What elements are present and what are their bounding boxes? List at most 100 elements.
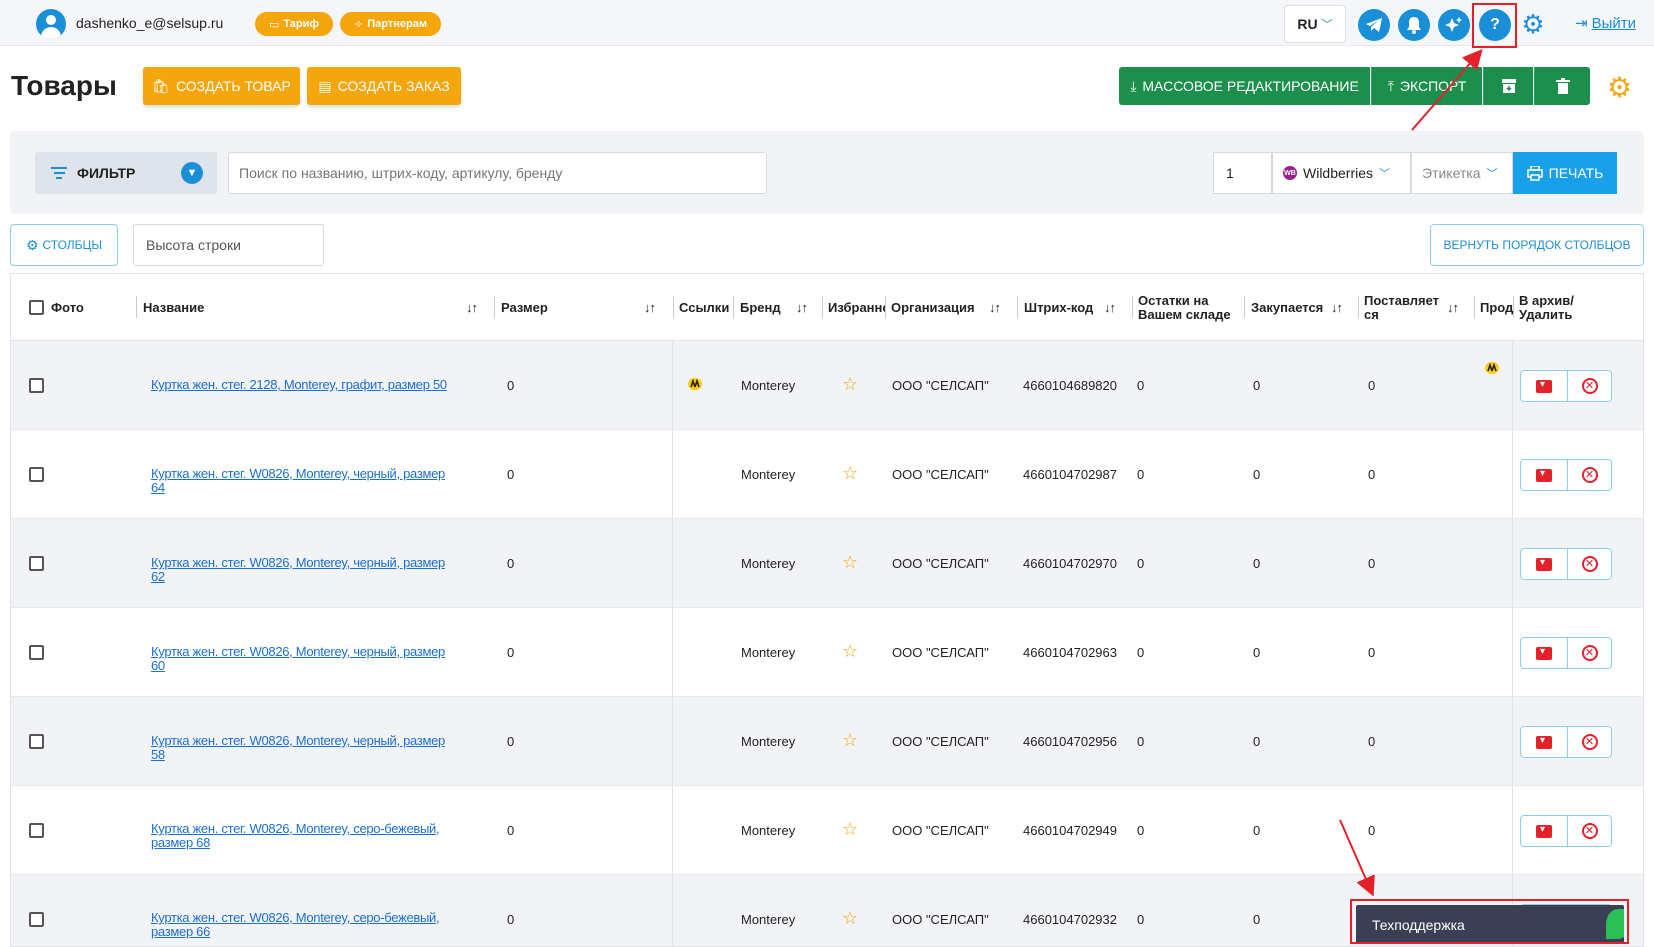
search-input[interactable] — [228, 152, 767, 194]
row-delete-button[interactable]: ✕ — [1568, 370, 1612, 402]
restore-columns-button[interactable]: ВЕРНУТЬ ПОРЯДОК СТОЛБЦОВ — [1430, 224, 1644, 266]
printer-icon — [1526, 165, 1543, 181]
archive-icon — [1536, 557, 1552, 571]
row-height-select[interactable]: Высота строки — [133, 224, 324, 266]
column-header-purchased[interactable]: Закупается — [1244, 274, 1323, 341]
download-icon: ⤓ — [1130, 77, 1137, 94]
yandex-market-link-icon[interactable] — [688, 377, 702, 390]
column-header-size[interactable]: Размер — [494, 274, 548, 341]
row-delete-button[interactable]: ✕ — [1568, 637, 1612, 669]
row-delete-button[interactable]: ✕ — [1568, 815, 1612, 847]
tariff-button[interactable]: ▭ Тариф — [255, 12, 333, 36]
supplied-cell: 0 — [1368, 467, 1376, 482]
row-checkbox[interactable] — [29, 823, 44, 838]
row-checkbox[interactable] — [29, 645, 44, 660]
star-icon[interactable]: ☆ — [842, 374, 858, 395]
table-row[interactable]: Куртка жен. стег. W0826, Monterey, серо-… — [11, 786, 1643, 875]
table-settings-gear-icon[interactable]: ⚙ — [1607, 71, 1632, 104]
quantity-input[interactable]: 1 — [1213, 152, 1272, 194]
user-email[interactable]: dashenko_e@selsup.ru — [76, 15, 223, 31]
sort-organization-icon[interactable]: ↓↑ — [989, 274, 1001, 341]
row-checkbox[interactable] — [29, 734, 44, 749]
product-name-link[interactable]: Куртка жен. стег. W0826, Monterey, черны… — [151, 734, 461, 762]
user-avatar-icon[interactable] — [36, 9, 66, 39]
chevron-down-icon: ﹀ — [1321, 19, 1333, 31]
sort-name-icon[interactable]: ↓↑ — [466, 274, 478, 341]
row-archive-button[interactable] — [1520, 370, 1568, 402]
print-button[interactable]: ПЕЧАТЬ — [1513, 152, 1617, 194]
language-select[interactable]: RU ﹀ — [1284, 5, 1346, 43]
columns-label: СТОЛБЦЫ — [42, 238, 103, 252]
column-header-supplied[interactable]: Поставляет ся — [1358, 274, 1439, 341]
row-delete-button[interactable]: ✕ — [1568, 726, 1612, 758]
delete-icon: ✕ — [1581, 823, 1598, 839]
partners-button[interactable]: ✧ Партнерам — [340, 12, 441, 36]
product-name-link[interactable]: Куртка жен. стег. W0826, Monterey, черны… — [151, 645, 461, 673]
filter-button[interactable]: ФИЛЬТР ▼ — [35, 152, 217, 194]
columns-button[interactable]: ⚙ СТОЛБЦЫ — [10, 224, 118, 266]
barcode-cell: 4660104702987 — [1023, 467, 1117, 482]
gear-icon[interactable]: ⚙ — [1518, 9, 1548, 39]
column-header-brand[interactable]: Бренд — [733, 274, 781, 341]
column-header-barcode[interactable]: Штрих-код — [1017, 274, 1093, 341]
row-archive-button[interactable] — [1520, 726, 1568, 758]
logout-icon: ⇥ — [1575, 15, 1588, 32]
column-header-links: Ссылки — [673, 274, 729, 341]
column-header-supplied-line2: ся — [1364, 306, 1379, 322]
row-checkbox[interactable] — [29, 556, 44, 571]
star-icon[interactable]: ☆ — [842, 819, 858, 840]
product-name-link[interactable]: Куртка жен. стег. W0826, Monterey, серо-… — [151, 822, 461, 850]
print-label: ПЕЧАТЬ — [1548, 165, 1604, 181]
marketplace-select[interactable]: WB Wildberries ﹀ — [1272, 152, 1411, 194]
star-icon[interactable]: ☆ — [842, 730, 858, 751]
chevron-down-icon[interactable]: ▼ — [181, 162, 203, 184]
table-row[interactable]: Куртка жен. стег. 2128, Monterey, графит… — [11, 341, 1643, 430]
sort-purchased-icon[interactable]: ↓↑ — [1331, 274, 1343, 341]
label-placeholder: Этикетка — [1422, 165, 1481, 181]
bell-icon[interactable] — [1398, 9, 1430, 41]
star-icon[interactable]: ☆ — [842, 641, 858, 662]
row-checkbox[interactable] — [29, 912, 44, 927]
column-header-organization[interactable]: Организация — [885, 274, 975, 341]
create-product-button[interactable]: 🛍 СОЗДАТЬ ТОВАР — [143, 67, 300, 105]
organization-cell: ООО "СЕЛСАП" — [892, 378, 989, 393]
star-icon[interactable]: ☆ — [842, 552, 858, 573]
table-row[interactable]: Куртка жен. стег. W0826, Monterey, черны… — [11, 608, 1643, 697]
row-checkbox[interactable] — [29, 467, 44, 482]
row-archive-button[interactable] — [1520, 548, 1568, 580]
create-order-button[interactable]: ▤ СОЗДАТЬ ЗАКАЗ — [307, 67, 461, 105]
row-archive-button[interactable] — [1520, 815, 1568, 847]
sort-size-icon[interactable]: ↓↑ — [644, 274, 656, 341]
select-all-checkbox[interactable] — [29, 300, 44, 315]
table-row[interactable]: Куртка жен. стег. W0826, Monterey, черны… — [11, 519, 1643, 608]
product-name-link[interactable]: Куртка жен. стег. 2128, Monterey, графит… — [151, 378, 461, 392]
create-order-label: СОЗДАТЬ ЗАКАЗ — [337, 78, 450, 94]
sort-brand-icon[interactable]: ↓↑ — [796, 274, 808, 341]
product-name-link[interactable]: Куртка жен. стег. W0826, Monterey, черны… — [151, 467, 461, 495]
row-delete-button[interactable]: ✕ — [1568, 459, 1612, 491]
star-icon[interactable]: ☆ — [842, 463, 858, 484]
organization-cell: ООО "СЕЛСАП" — [892, 912, 989, 927]
column-header-name[interactable]: Название — [136, 274, 204, 341]
delete-button[interactable] — [1534, 67, 1590, 105]
product-name-link[interactable]: Куртка жен. стег. W0826, Monterey, серо-… — [151, 911, 461, 939]
sparkle-icon[interactable] — [1438, 9, 1470, 41]
table-row[interactable]: Куртка жен. стег. W0826, Monterey, черны… — [11, 697, 1643, 786]
row-archive-button[interactable] — [1520, 637, 1568, 669]
telegram-icon[interactable] — [1358, 9, 1390, 41]
logout-link[interactable]: ⇥ Выйти — [1575, 14, 1636, 33]
create-product-label: СОЗДАТЬ ТОВАР — [175, 78, 291, 94]
sort-supplied-icon[interactable]: ↓↑ — [1447, 274, 1459, 341]
row-checkbox[interactable] — [29, 378, 44, 393]
table-row[interactable]: Куртка жен. стег. W0826, Monterey, черны… — [11, 430, 1643, 519]
size-cell: 0 — [507, 556, 515, 571]
archive-button[interactable] — [1483, 67, 1533, 105]
label-select[interactable]: Этикетка ﹀ — [1411, 152, 1513, 194]
row-delete-button[interactable]: ✕ — [1568, 548, 1612, 580]
export-button[interactable]: ⤒ ЭКСПОРТ — [1371, 67, 1482, 105]
mass-edit-button[interactable]: ⤓ МАССОВОЕ РЕДАКТИРОВАНИЕ — [1119, 67, 1370, 105]
star-icon[interactable]: ☆ — [842, 908, 858, 929]
row-archive-button[interactable] — [1520, 459, 1568, 491]
sort-barcode-icon[interactable]: ↓↑ — [1104, 274, 1116, 341]
product-name-link[interactable]: Куртка жен. стег. W0826, Monterey, черны… — [151, 556, 461, 584]
